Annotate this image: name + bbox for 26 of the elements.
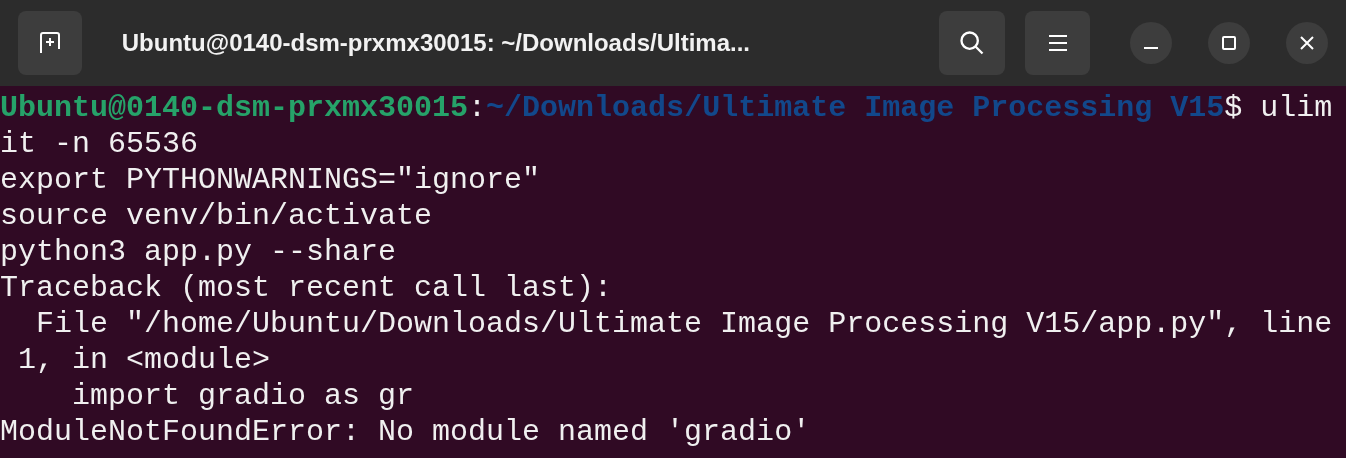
terminal-line: 1, in <module>	[17, 343, 271, 377]
window-title: Ubuntu@0140-dsm-prxmx30015: ~/Downloads/Ultima...	[121, 28, 751, 58]
menu-button[interactable]	[1024, 11, 1091, 75]
prompt-separator: :	[468, 91, 487, 125]
terminal-line: source venv/bin/activate	[0, 199, 433, 233]
terminal-line: File "/home/Ubuntu/Downloads/Ultimate Image Processing V15/app.py", line	[35, 307, 1333, 341]
search-icon	[957, 29, 986, 57]
terminal-line: Traceback (most recent call last):	[0, 271, 613, 305]
terminal-line: export PYTHONWARNINGS="ignore"	[0, 163, 541, 197]
terminal-line: ModuleNotFoundError: No module named 'gradio'	[0, 415, 811, 449]
close-icon	[1300, 36, 1315, 50]
maximize-icon	[1222, 36, 1237, 50]
maximize-button[interactable]	[1208, 22, 1251, 64]
terminal-line: python3 app.py --share	[0, 235, 397, 269]
close-button[interactable]	[1286, 22, 1328, 64]
terminal-line: import gradio as gr	[71, 379, 415, 413]
minimize-icon	[1144, 47, 1159, 49]
terminal-line: it -n 65536	[0, 127, 199, 161]
new-tab-button[interactable]	[18, 11, 82, 75]
prompt-path: ~/Downloads/Ultimate Image Processing V15	[486, 91, 1225, 125]
command-text: ulim	[1259, 91, 1333, 125]
prompt-sign: $	[1224, 91, 1243, 125]
menu-icon	[1046, 33, 1069, 53]
prompt-user: Ubuntu@0140-dsm-prxmx30015	[0, 91, 469, 125]
search-button[interactable]	[938, 11, 1005, 75]
new-tab-icon	[37, 31, 62, 55]
